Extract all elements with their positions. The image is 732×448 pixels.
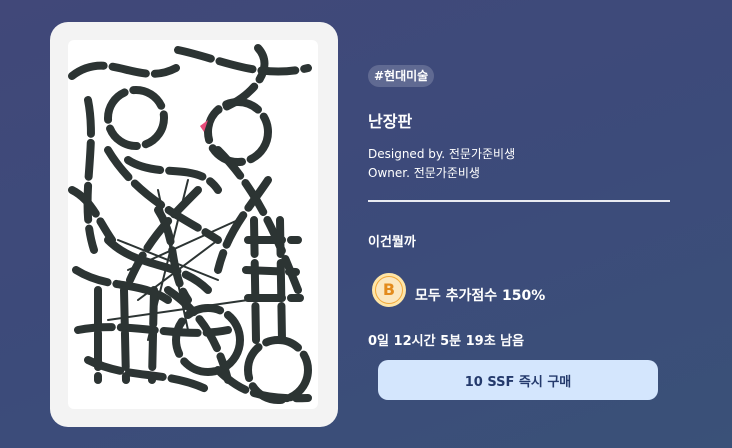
item-title: 난장판	[368, 112, 413, 131]
artwork-card	[50, 22, 338, 427]
grade-badge-icon: B	[372, 273, 406, 307]
time-remaining: 0일 12시간 5분 19초 남음	[368, 334, 525, 349]
item-description: 이건뭘까	[368, 235, 416, 250]
divider	[368, 200, 670, 202]
category-tag[interactable]: #현대미술	[368, 65, 435, 87]
designer-label: Designed by. 전문가준비생	[368, 147, 516, 161]
item-info-panel: #현대미술 난장판 Designed by. 전문가준비생 Owner. 전문가…	[368, 0, 672, 448]
artwork-image	[68, 40, 318, 409]
owner-label: Owner. 전문가준비생	[368, 166, 480, 180]
buy-now-button[interactable]: 10 SSF 즉시 구매	[378, 360, 658, 400]
badge-letter: B	[376, 277, 402, 303]
bonus-score-text: 모두 추가점수 150%	[415, 288, 546, 304]
